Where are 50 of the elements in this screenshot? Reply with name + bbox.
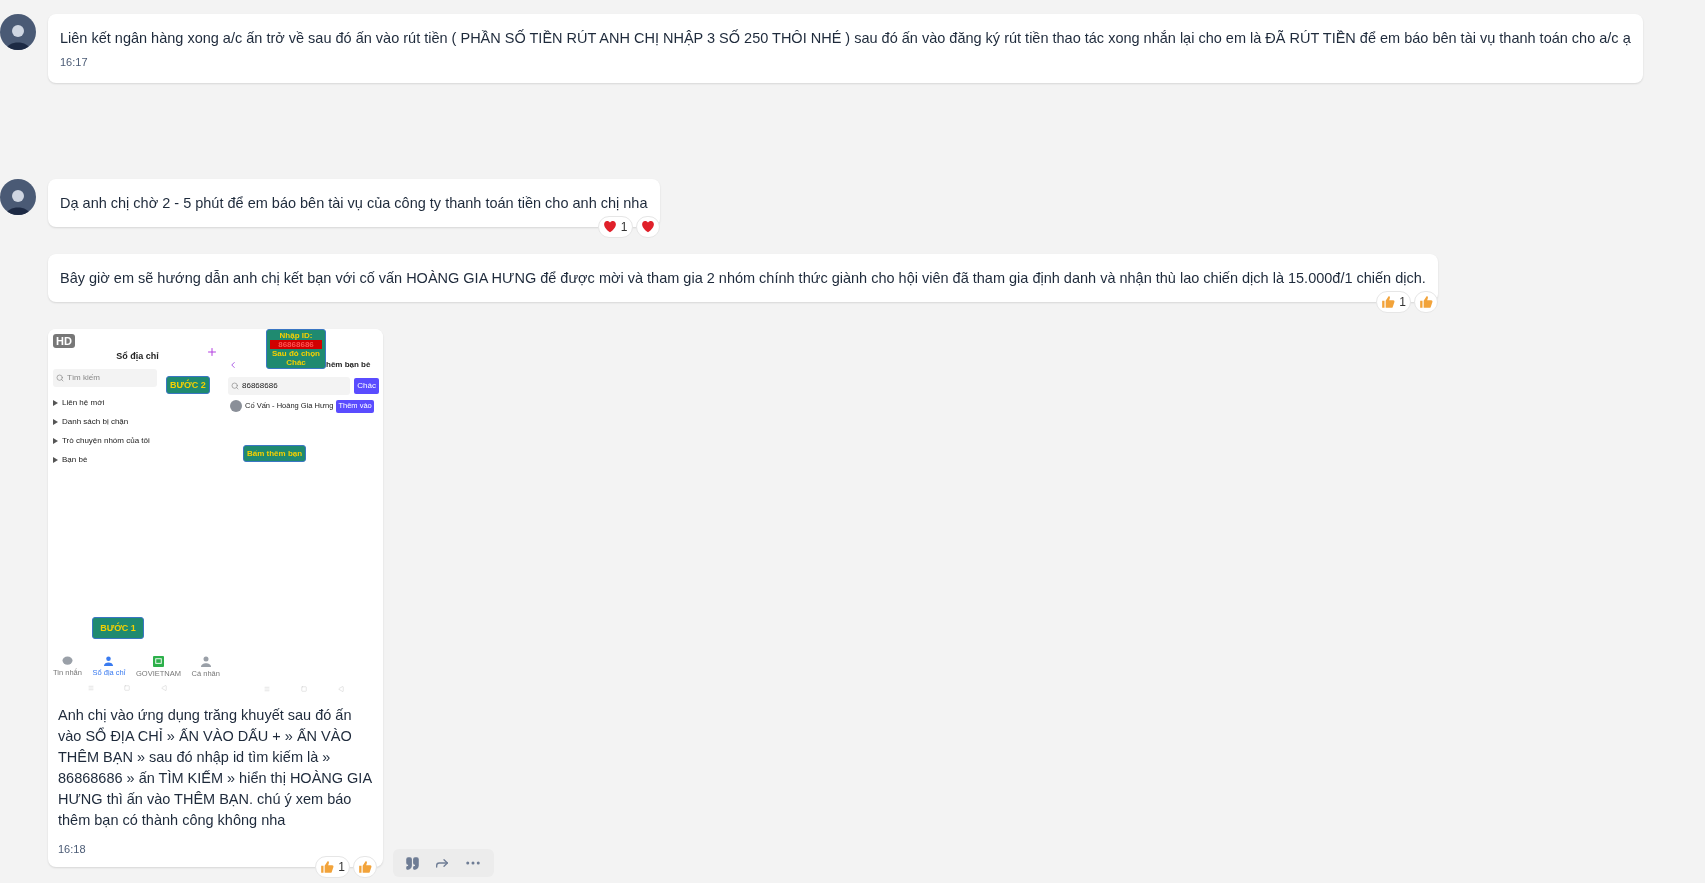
tree-item[interactable]: Danh sách bị chặn bbox=[53, 417, 222, 427]
person-icon bbox=[200, 656, 211, 668]
heart-icon bbox=[640, 220, 655, 233]
reaction-button[interactable] bbox=[353, 856, 377, 878]
message-text: Bây giờ em sẽ hướng dẫn anh chị kết bạn với cố vấn HOÀNG GIA HƯNG để được mời và tham gia 2 nhóm chính thức giành cho hội viên đã tham gia định danh và nhận thù lao chiến dịch là 15.000đ/1 chiến dịch. bbox=[60, 268, 1426, 288]
quote-icon[interactable] bbox=[405, 855, 420, 871]
message-time: 16:18 bbox=[57, 841, 87, 857]
callout: Bấm thêm bạn bbox=[243, 444, 307, 462]
heart-icon bbox=[602, 220, 617, 233]
reaction-count: 1 bbox=[338, 859, 345, 876]
tree-item[interactable]: Trò chuyện nhóm của tôi bbox=[53, 436, 222, 446]
chat-bubble-icon bbox=[61, 656, 73, 667]
caret-icon bbox=[53, 419, 58, 425]
contacts-icon bbox=[103, 656, 115, 667]
screen-title: hêm bạn bè bbox=[326, 358, 371, 371]
search-icon bbox=[56, 374, 64, 382]
reaction-count: 1 bbox=[620, 218, 628, 236]
search-value: 86868686 bbox=[242, 379, 278, 392]
message-text: Anh chị vào ứng dụng trăng khuyết sau đó ấn vào SỔ ĐỊA CHỈ » ẤN VÀO DẤU + » ẤN VÀO THÊM BẠN » sau đó nhập id tìm kiếm là » 86868686 » ấn TÌM KIẾM » hiển thị HOÀNG GIA HƯNG thì ấn vào THÊM BẠN. chú ý xem báo thêm bạn có thành công không nha bbox=[57, 705, 373, 830]
reaction-count: 1 bbox=[1399, 293, 1406, 311]
tree-item[interactable]: Bạn bè bbox=[53, 455, 222, 465]
app-square-icon bbox=[153, 656, 164, 668]
back-icon[interactable] bbox=[228, 359, 238, 370]
home-icon[interactable] bbox=[124, 684, 131, 691]
message-text: Liên kết ngân hàng xong a/c ấn trở về sau đó ấn vào rút tiền ( PHẦN SỐ TIỀN RÚT ANH CHỊ NHẬP 3 SỐ 250 THÔI NHÉ ) sau đó ấn vào đăng ký rút tiền thao tác xong nhắn lại cho em là ĐÃ RÚT TIỀN để em báo bên tài vụ thanh toán cho a/c ạ bbox=[60, 28, 1631, 48]
thumbs-up-icon bbox=[1381, 294, 1396, 309]
search-placeholder: Tìm kiếm bbox=[67, 372, 100, 384]
reaction-button[interactable]: 1 bbox=[315, 856, 350, 878]
caret-icon bbox=[53, 400, 58, 406]
back-icon[interactable] bbox=[160, 684, 167, 691]
thumbs-up-icon bbox=[320, 860, 335, 874]
message-text: Dạ anh chị chờ 2 - 5 phút để em báo bên tài vụ của công ty thanh toán tiền cho anh chị nha bbox=[60, 193, 648, 213]
search-field[interactable]: 86868686 bbox=[228, 376, 351, 395]
tree-item[interactable]: Liên hệ mới bbox=[53, 398, 222, 408]
hd-badge: HD bbox=[53, 333, 75, 348]
caret-icon bbox=[53, 438, 58, 444]
thumbs-up-icon bbox=[358, 860, 372, 874]
search-icon bbox=[231, 381, 239, 390]
search-button[interactable]: Chác bbox=[354, 377, 379, 394]
callout: BƯỚC 1 bbox=[92, 616, 144, 639]
contact-avatar bbox=[230, 400, 242, 412]
callout: BƯỚC 2 bbox=[166, 375, 210, 394]
caret-icon bbox=[53, 457, 58, 463]
thumbs-up-icon bbox=[1418, 294, 1433, 309]
add-icon[interactable] bbox=[206, 345, 218, 358]
home-icon[interactable] bbox=[300, 685, 307, 692]
back-icon[interactable] bbox=[337, 685, 344, 692]
screen-title: Sổ địa chỉ bbox=[116, 349, 159, 363]
message-time: 16:17 bbox=[60, 55, 89, 70]
callout: Nhập ID: 86868686 Sau đó chọn Chác bbox=[266, 328, 326, 370]
